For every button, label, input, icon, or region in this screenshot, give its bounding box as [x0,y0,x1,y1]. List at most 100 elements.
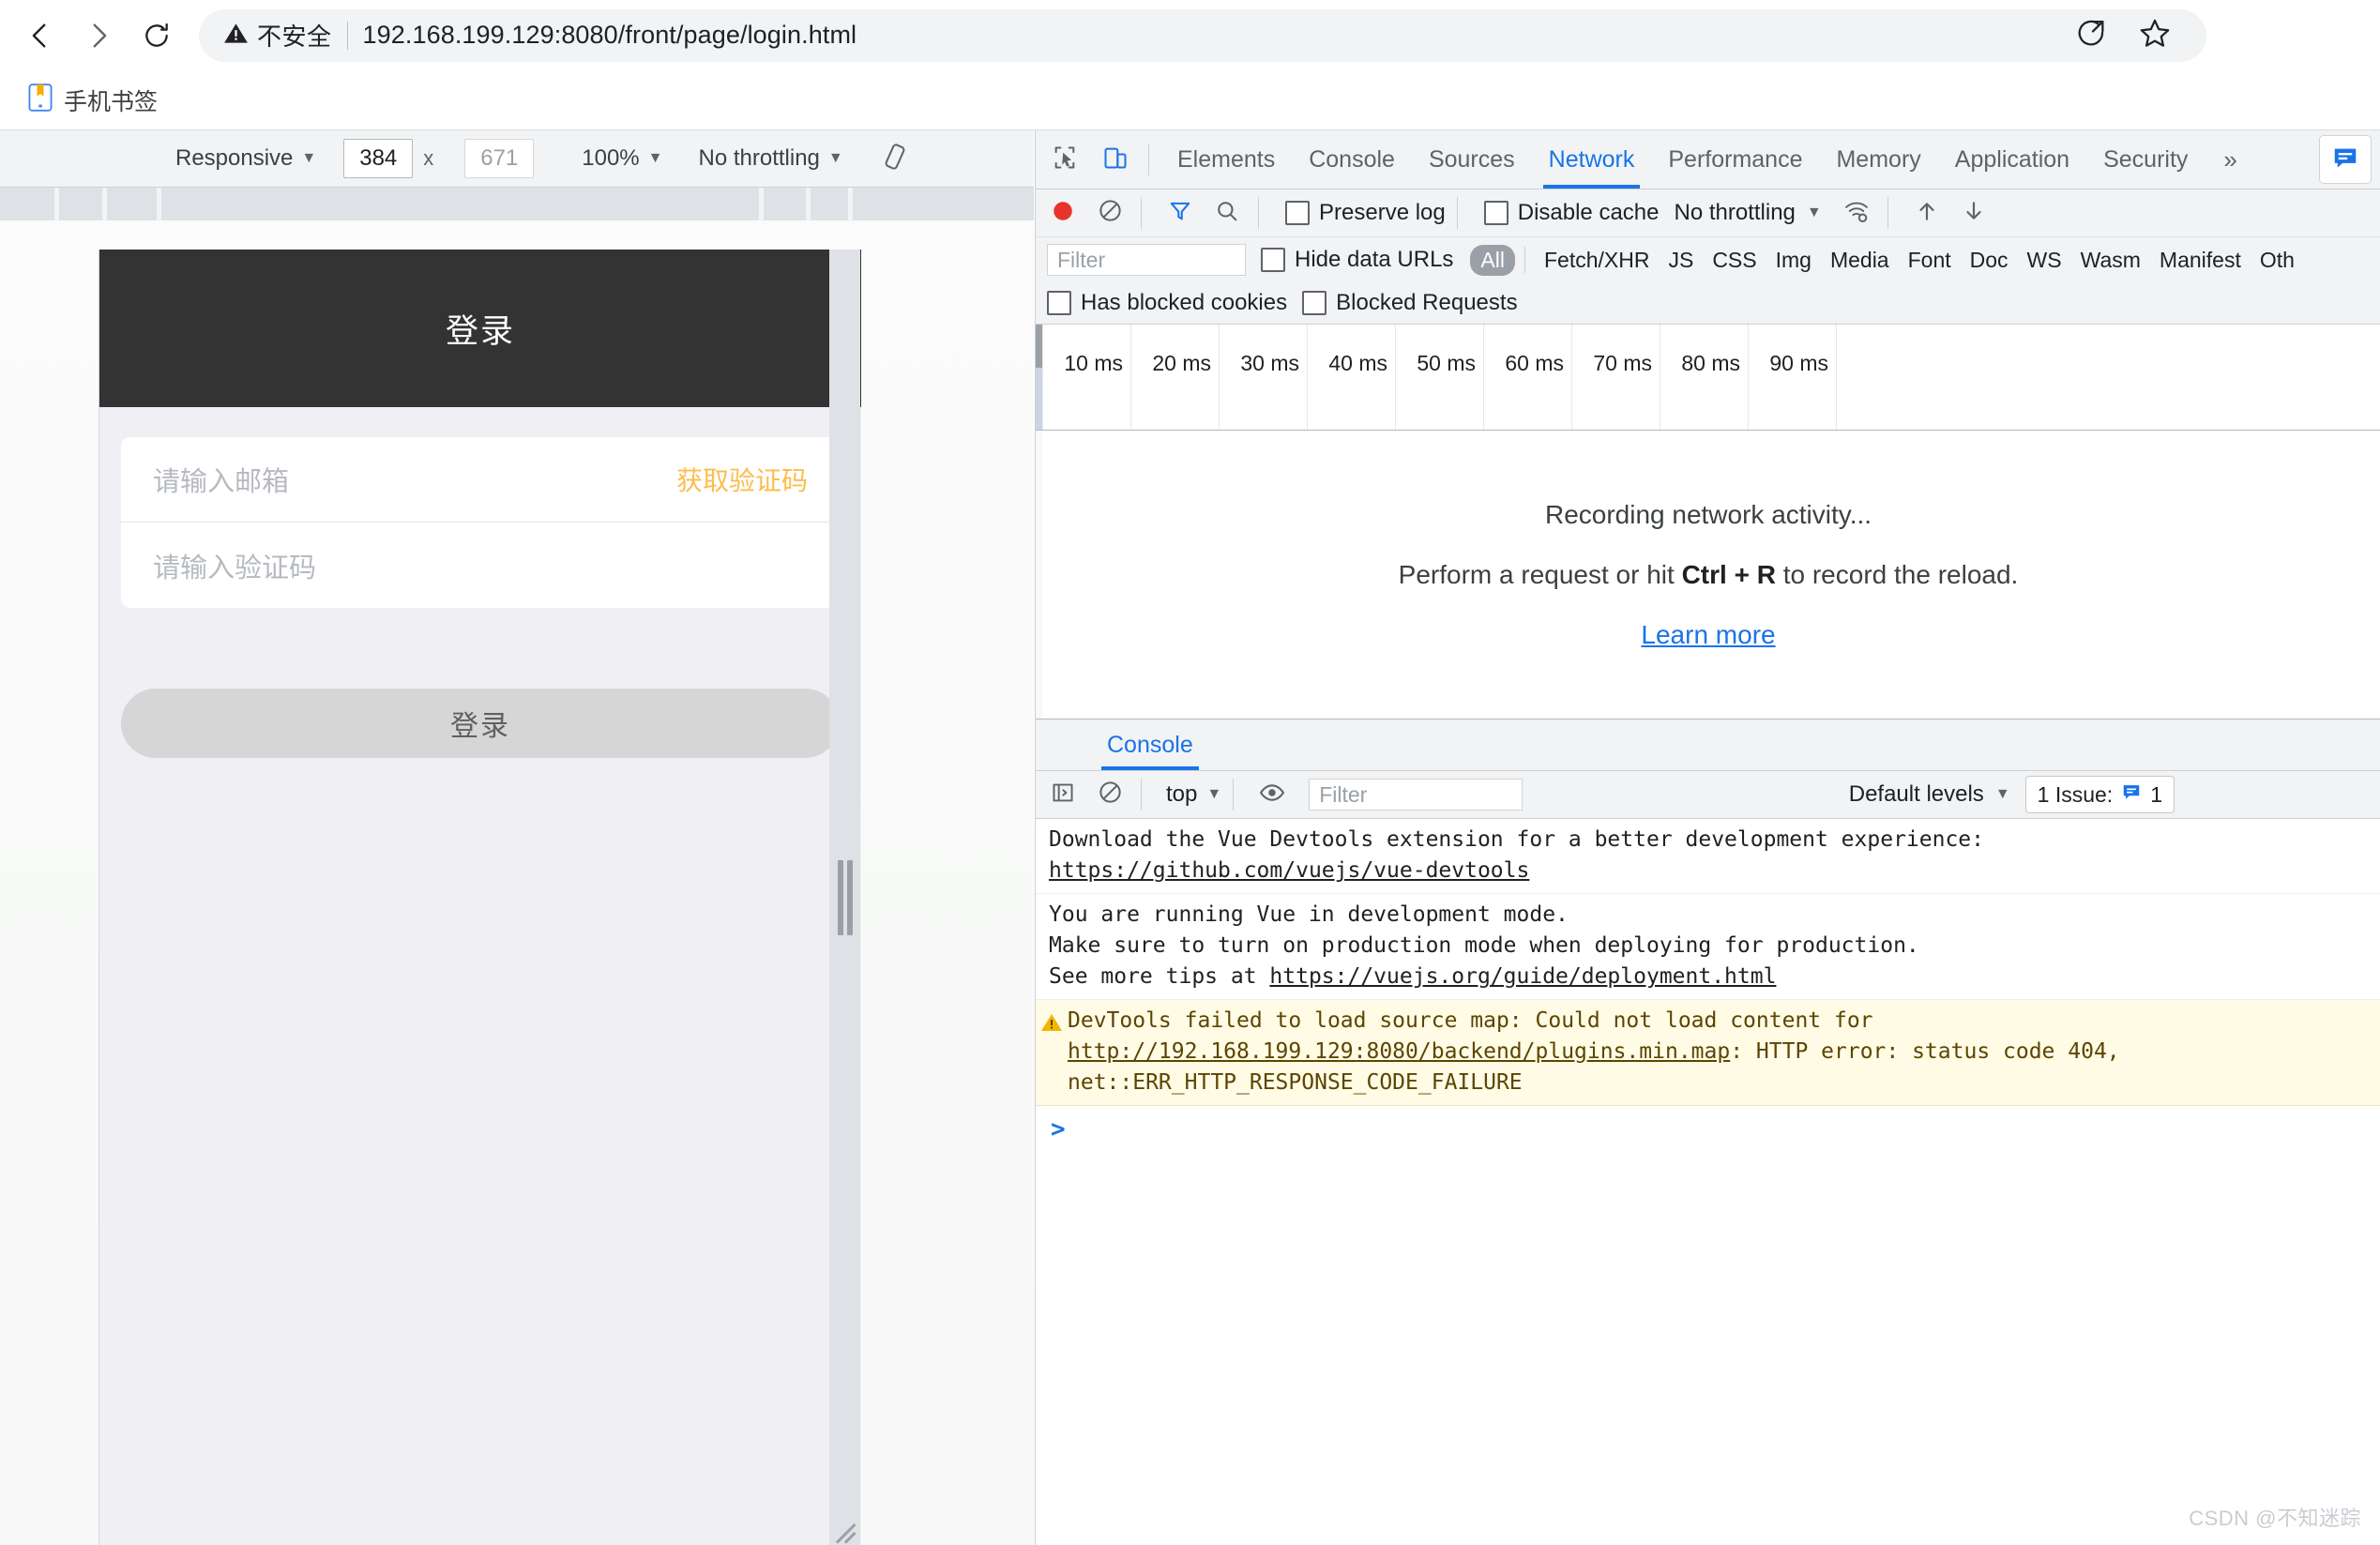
browser-window: 不安全 192.168.199.129:8080/front/page/logi… [0,0,2380,1545]
email-input[interactable]: 请输入邮箱 [153,460,289,499]
security-label: 不安全 [257,18,332,53]
network-throttling-select[interactable]: No throttling ▼ [1674,200,1821,226]
rotate-device-button[interactable] [874,138,916,179]
resource-type-all[interactable]: All [1470,245,1515,276]
drawer-tab-console[interactable]: Console [1088,719,1212,770]
preserve-log-checkbox[interactable]: Preserve log [1285,200,1446,226]
tab-label: Console [1309,146,1395,174]
resource-type-fetch-xhr[interactable]: Fetch/XHR [1544,248,1649,273]
devtools-chat-icon [2331,144,2359,176]
toggle-device-toolbar-button[interactable] [1094,138,1137,181]
device-emulation-pane: Responsive ▼ 384 x 671 100% ▼ No throttl… [0,130,1034,1545]
clear-network-button[interactable] [1090,193,1129,233]
blocked-requests-label: Blocked Requests [1336,290,1517,316]
address-bar[interactable]: 不安全 192.168.199.129:8080/front/page/logi… [199,9,2206,62]
device-zoom-select[interactable]: 100% ▼ [575,143,669,174]
more-tabs-button[interactable]: » [2205,130,2255,189]
timeline-tick-label: 10 ms [1064,351,1130,376]
verification-code-input[interactable]: 请输入验证码 [153,546,316,585]
security-indicator[interactable]: 不安全 [223,18,332,53]
console-prompt[interactable]: > [1036,1106,2380,1144]
timeline-tick-label: 50 ms [1417,351,1483,376]
console-context-label: top [1166,781,1197,808]
network-conditions-button[interactable] [1837,193,1876,233]
learn-more-link[interactable]: Learn more [1641,620,1775,650]
device-throttling-select[interactable]: No throttling ▼ [691,143,849,174]
issues-label: 1 Issue: [2038,782,2114,808]
login-submit-button[interactable]: 登录 [121,689,840,758]
resource-type-other[interactable]: Oth [2260,248,2295,273]
device-more-options-button[interactable] [974,138,1011,179]
console-context-select[interactable]: top ▼ [1166,781,1221,808]
tab-elements[interactable]: Elements [1160,130,1292,189]
filter-toggle-button[interactable] [1160,193,1200,233]
has-blocked-cookies-checkbox[interactable]: Has blocked cookies [1047,290,1287,316]
tab-application[interactable]: Application [1938,130,2086,189]
disable-cache-checkbox[interactable]: Disable cache [1484,200,1660,226]
record-toggle-button[interactable] [1043,193,1083,233]
resource-type-ws[interactable]: WS [2027,248,2062,273]
navigation-buttons [11,7,186,65]
console-link[interactable]: https://github.com/vuejs/vue-devtools [1049,858,1529,883]
drawer-more-options-button[interactable] [1045,724,1083,765]
device-width-input[interactable]: 384 [343,139,413,178]
rotate-device-icon [881,143,909,175]
devtools-drawer: Console top ▼ [1036,719,2380,1545]
back-button[interactable] [11,7,69,65]
device-resize-handle-corner[interactable] [826,1513,859,1545]
device-resize-handle-right[interactable] [829,250,860,1545]
tab-console[interactable]: Console [1292,130,1412,189]
issues-badge-button[interactable]: 1 Issue: 1 [2025,776,2175,813]
blocked-requests-checkbox[interactable]: Blocked Requests [1302,290,1517,316]
resource-type-wasm[interactable]: Wasm [2081,248,2141,273]
resource-type-js[interactable]: JS [1668,248,1693,273]
chevron-down-icon: ▼ [828,151,843,166]
warning-link[interactable]: http://192.168.199.129:8080/backend/plug… [1068,1039,1730,1064]
console-sidebar-button[interactable] [1043,775,1083,814]
resource-type-img[interactable]: Img [1776,248,1812,273]
clear-console-button[interactable] [1090,775,1129,814]
login-form-card: 请输入邮箱 获取验证码 请输入验证码 [121,437,840,608]
chevron-down-icon: ▼ [1807,205,1822,220]
share-button[interactable] [2071,16,2111,55]
tab-security[interactable]: Security [2086,130,2205,189]
console-message-line: You are running Vue in development mode. [1049,900,2380,931]
checkbox-box [1047,291,1071,315]
inspect-element-button[interactable] [1043,138,1086,181]
hide-data-urls-checkbox[interactable]: Hide data URLs [1261,247,1453,273]
network-timeline-overview[interactable]: 10 ms 20 ms 30 ms 40 ms 50 ms 60 ms 70 m… [1036,325,2380,431]
bookmark-item-mobile[interactable]: 手机书签 [21,80,165,121]
network-filter-input[interactable]: Filter [1047,244,1246,276]
resource-type-css[interactable]: CSS [1712,248,1756,273]
url-text[interactable]: 192.168.199.129:8080/front/page/login.ht… [363,21,857,50]
export-har-button[interactable] [1954,193,1993,233]
resource-type-manifest[interactable]: Manifest [2160,248,2241,273]
forward-button[interactable] [69,7,128,65]
device-stage: 登录 请输入邮箱 获取验证码 请输入验证码 登录 [0,220,1034,1545]
device-height-input[interactable]: 671 [464,139,534,178]
bookmarks-bar: 手机书签 [0,70,2380,130]
tab-network[interactable]: Network [1532,130,1652,189]
resource-type-doc[interactable]: Doc [1970,248,2009,273]
search-network-button[interactable] [1207,193,1247,233]
device-throttling-label: No throttling [698,145,819,172]
tab-memory[interactable]: Memory [1819,130,1937,189]
tab-sources[interactable]: Sources [1412,130,1532,189]
console-message: You are running Vue in development mode.… [1036,894,2380,1000]
tab-performance[interactable]: Performance [1651,130,1819,189]
device-preset-select[interactable]: Responsive ▼ [169,143,323,174]
import-har-button[interactable] [1907,193,1947,233]
issue-badge-icon [2121,781,2142,808]
reload-button[interactable] [128,7,186,65]
console-link[interactable]: https://vuejs.org/guide/deployment.html [1269,964,1776,989]
get-verification-code-button[interactable]: 获取验证码 [676,461,808,498]
network-toolbar: Preserve log Disable cache No throttling… [1036,189,2380,237]
console-levels-select[interactable]: Default levels ▼ [1849,781,2010,808]
live-expression-button[interactable] [1252,775,1292,814]
devtools-chat-button[interactable] [2319,135,2372,184]
resource-type-font[interactable]: Font [1908,248,1951,273]
bookmark-button[interactable] [2135,16,2175,55]
console-filter-input[interactable]: Filter [1309,779,1523,810]
resource-type-media[interactable]: Media [1830,248,1889,273]
network-throttling-label: No throttling [1674,200,1795,226]
